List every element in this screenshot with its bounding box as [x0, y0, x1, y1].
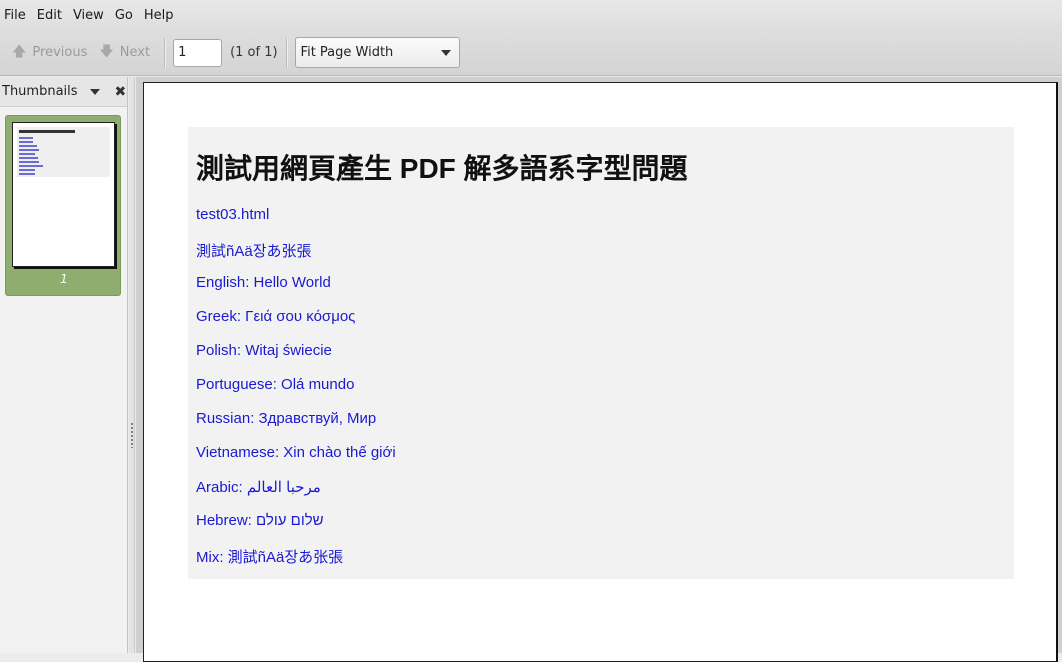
- menu-file[interactable]: File: [4, 8, 34, 23]
- arrow-up-icon: 🡅: [12, 43, 27, 60]
- sidebar-resizer[interactable]: [129, 77, 135, 653]
- link-greek[interactable]: Greek: Γειά σου κόσμος: [196, 308, 355, 325]
- thumbnail-line: [19, 141, 33, 143]
- previous-label: Previous: [32, 45, 88, 60]
- dropdown-icon[interactable]: [89, 88, 100, 95]
- thumbnail-preview: [12, 122, 115, 267]
- sidebar: Thumbnails ✖ 1: [0, 77, 128, 653]
- menu-view[interactable]: View: [73, 8, 112, 23]
- link-polish[interactable]: Polish: Witaj świecie: [196, 342, 332, 359]
- link-hebrew[interactable]: Hebrew: שלום עולם: [196, 512, 324, 529]
- thumbnail-line: [19, 157, 38, 159]
- next-button[interactable]: 🡇 Next: [93, 38, 156, 68]
- link-test03[interactable]: test03.html: [196, 206, 269, 223]
- page-number-input[interactable]: 1: [173, 38, 223, 67]
- document-content: 測試用網頁產生 PDF 解多語系字型問題 test03.html 測試ñAä장あ…: [188, 127, 1014, 579]
- grip-icon: [131, 422, 133, 448]
- zoom-select[interactable]: Fit Page Width: [294, 37, 460, 68]
- menu-go[interactable]: Go: [115, 8, 141, 23]
- link-mix[interactable]: Mix: 測試ñAä장あ张張: [196, 546, 343, 567]
- document-viewer[interactable]: 測試用網頁產生 PDF 解多語系字型問題 test03.html 測試ñAä장あ…: [136, 77, 1062, 662]
- thumbnail-content: [17, 127, 110, 177]
- link-portuguese[interactable]: Portuguese: Olá mundo: [196, 376, 354, 393]
- link-arabic[interactable]: Arabic: مرحبا العالم: [196, 478, 321, 496]
- arrow-down-icon: 🡇: [99, 43, 114, 60]
- page-count: (1 of 1): [230, 45, 278, 60]
- link-vietnamese[interactable]: Vietnamese: Xin chào thế giới: [196, 444, 396, 461]
- thumbnail-line: [19, 145, 37, 147]
- link-cjk-mix[interactable]: 測試ñAä장あ张張: [196, 240, 312, 261]
- zoom-value: Fit Page Width: [300, 45, 394, 60]
- toolbar: 🡅 Previous 🡇 Next 1 (1 of 1) Fit Page Wi…: [0, 30, 1062, 76]
- previous-button[interactable]: 🡅 Previous: [6, 38, 93, 68]
- menu-edit[interactable]: Edit: [37, 8, 70, 23]
- thumbnail-line: [19, 165, 43, 167]
- thumbnail-line: [19, 153, 35, 155]
- chevron-down-icon: [440, 49, 451, 56]
- toolbar-separator: [285, 37, 287, 68]
- thumbnail-line: [19, 161, 39, 163]
- menu-bar: File Edit View Go Help: [0, 0, 1062, 30]
- thumbnail-title-line: [19, 130, 75, 133]
- thumbnail-line: [19, 173, 35, 175]
- thumbnail-line: [19, 137, 33, 139]
- next-label: Next: [119, 45, 151, 60]
- document-title: 測試用網頁產生 PDF 解多語系字型問題: [196, 153, 688, 184]
- thumbnail-line: [19, 149, 39, 151]
- link-russian[interactable]: Russian: Здравствуй, Мир: [196, 410, 376, 427]
- sidebar-header: Thumbnails ✖: [0, 77, 127, 107]
- menu-help[interactable]: Help: [144, 8, 182, 23]
- page-thumbnail[interactable]: 1: [5, 115, 121, 296]
- toolbar-separator: [164, 37, 166, 68]
- thumbnail-label: 1: [60, 272, 68, 286]
- thumbnail-line: [19, 169, 35, 171]
- pdf-page: 測試用網頁產生 PDF 解多語系字型問題 test03.html 測試ñAä장あ…: [143, 82, 1058, 662]
- link-english[interactable]: English: Hello World: [196, 274, 331, 291]
- close-icon[interactable]: ✖: [115, 84, 127, 100]
- sidebar-title: Thumbnails: [2, 84, 78, 99]
